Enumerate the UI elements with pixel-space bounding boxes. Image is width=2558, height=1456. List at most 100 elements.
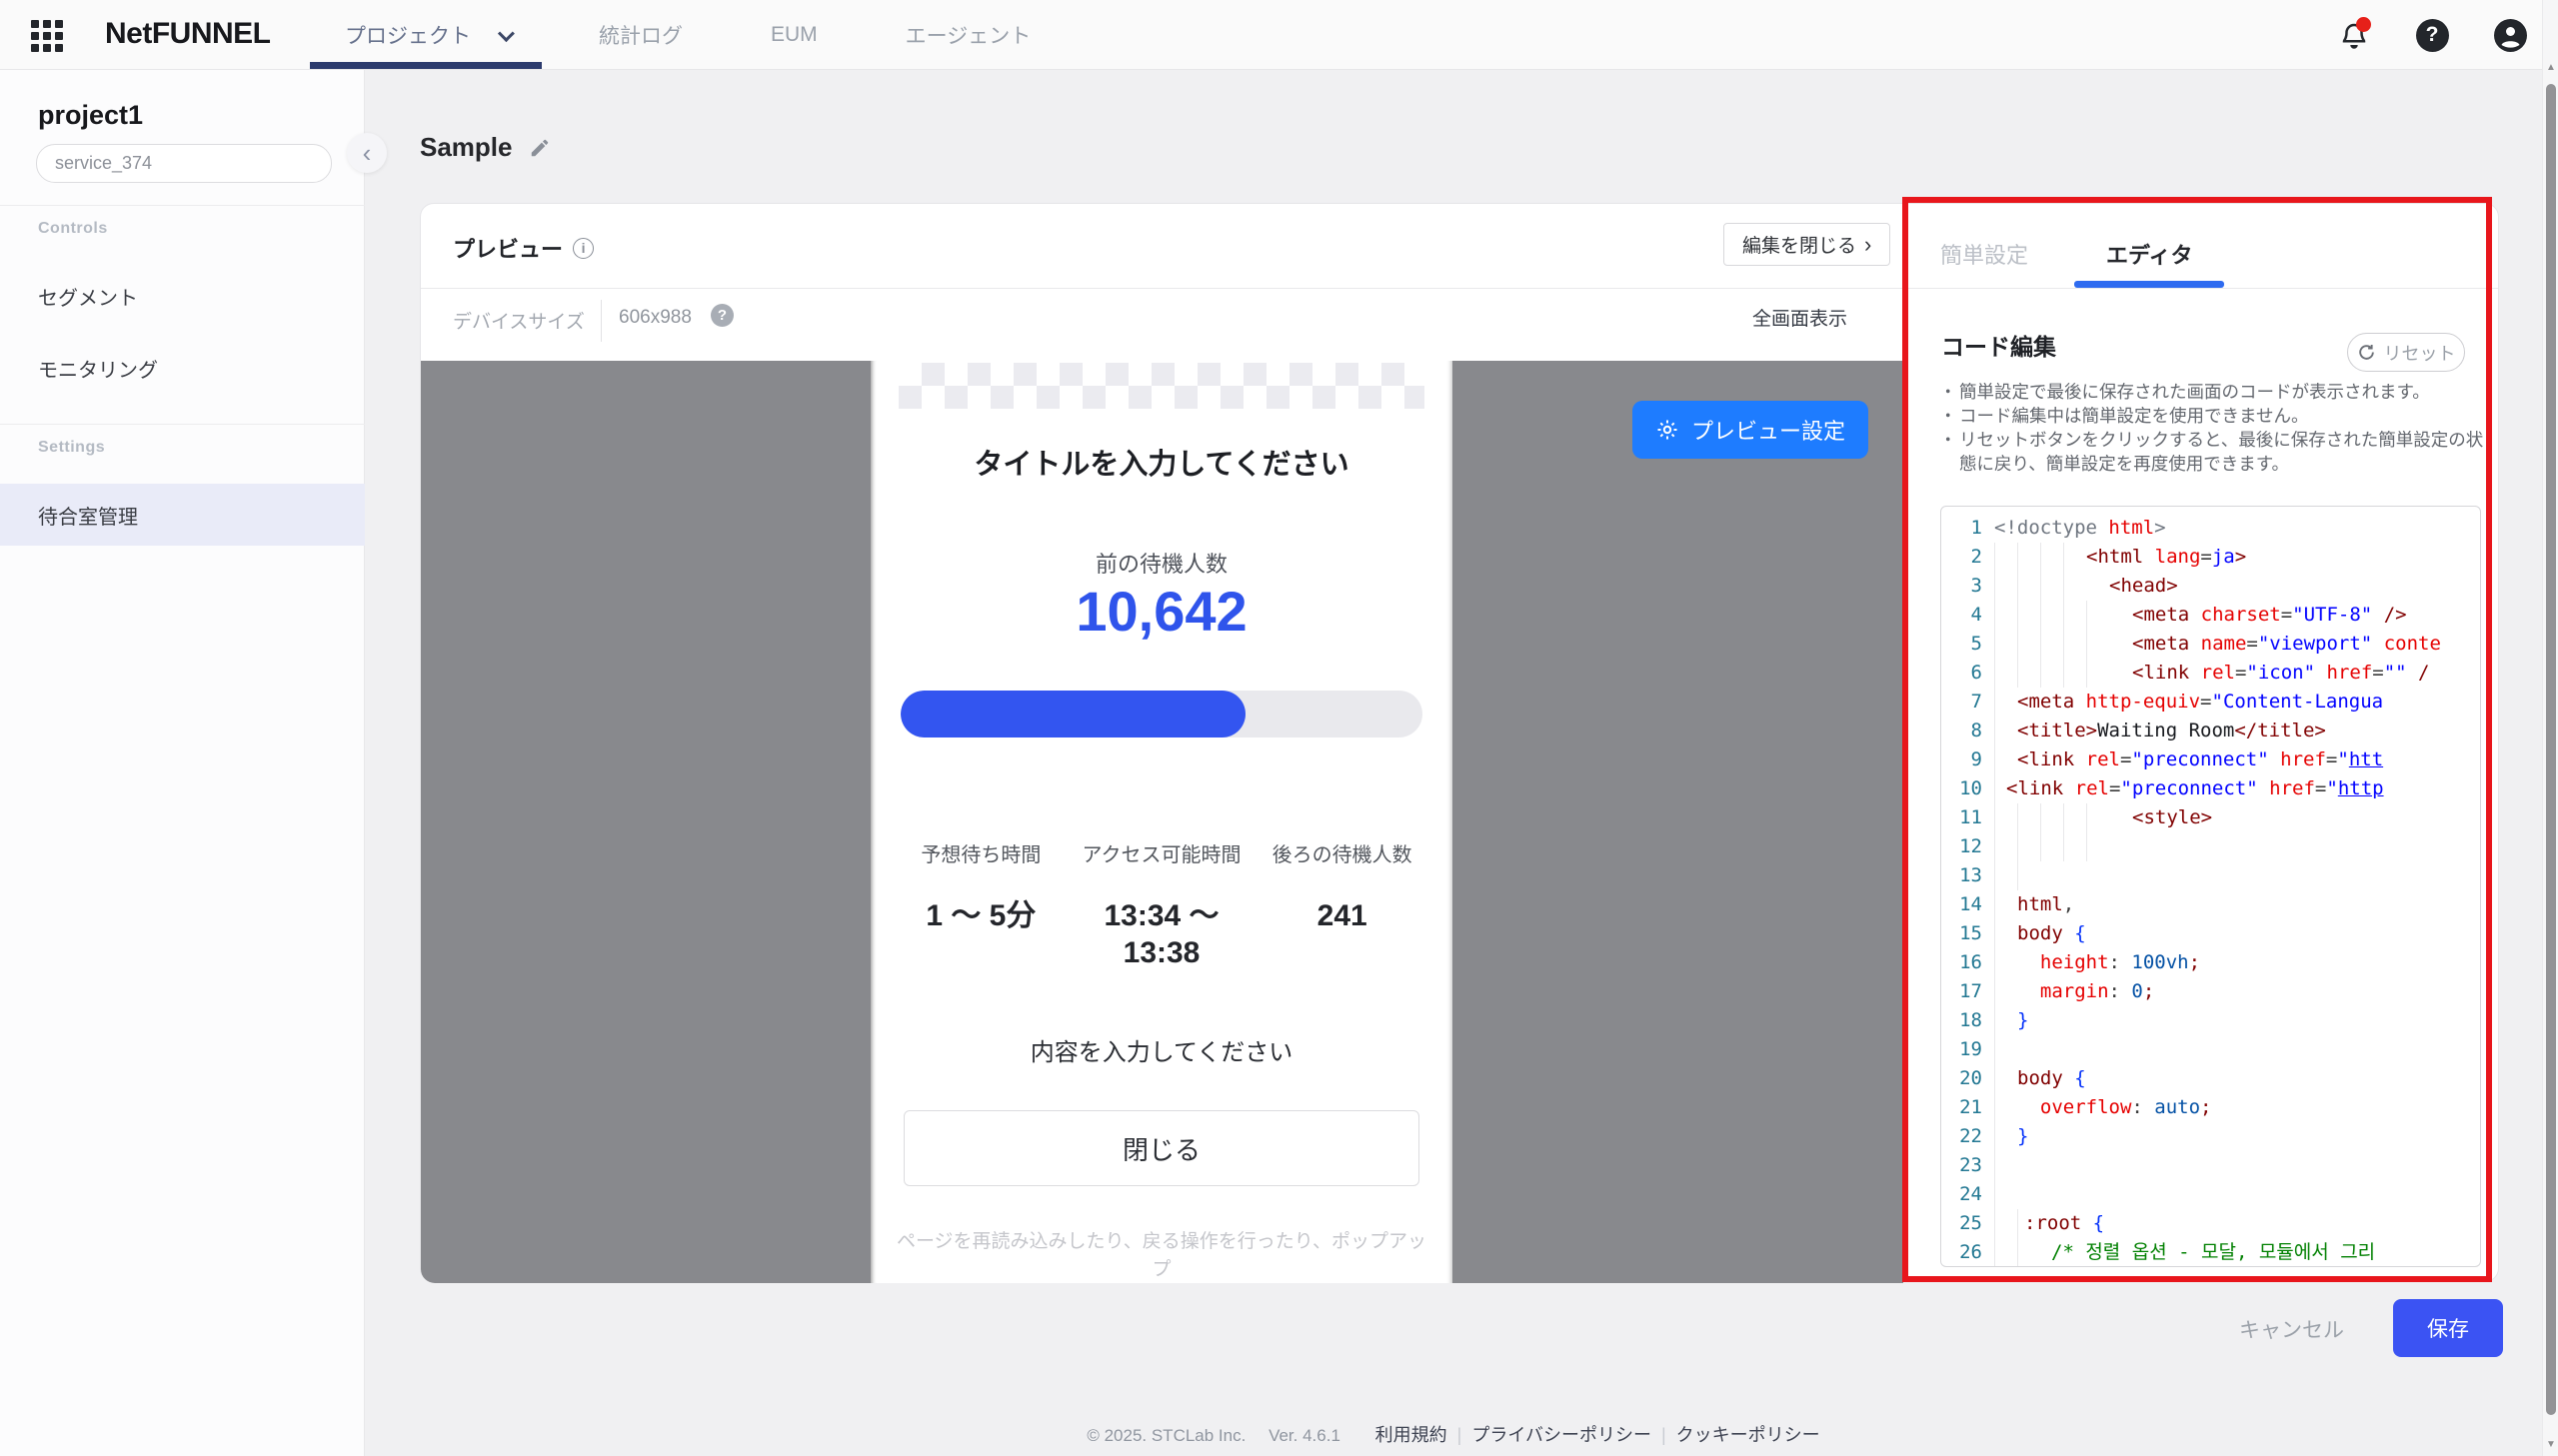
- help-icon[interactable]: ?: [2414, 17, 2450, 53]
- indent-guide: [1994, 890, 1995, 919]
- indent-guide: [1994, 1238, 1995, 1267]
- code-token: {: [2074, 1067, 2085, 1089]
- tab-editor[interactable]: エディタ: [2106, 238, 2192, 270]
- info-icon[interactable]: i: [573, 238, 594, 259]
- code-token: [2063, 922, 2074, 944]
- waiting-stat: 予想待ち時間1 〜 5分: [891, 838, 1072, 971]
- note-item: ・コード編集中は簡単設定を使用できません。: [1939, 404, 2485, 428]
- indent-guide: [2063, 601, 2064, 630]
- code-line: 24: [1941, 1180, 2480, 1209]
- apps-grid-icon[interactable]: [30, 19, 64, 53]
- footer-link-利用規約[interactable]: 利用規約: [1375, 1421, 1447, 1447]
- sidebar-item-待合室管理[interactable]: 待合室管理: [0, 484, 365, 546]
- stat-label: アクセス可能時間: [1072, 838, 1253, 867]
- code-token: html: [2097, 517, 2154, 539]
- code-text: <link rel="icon" href="" /: [1994, 659, 2480, 688]
- close-edit-button[interactable]: 編集を閉じる ›: [1723, 223, 1890, 266]
- footer: © 2025. STCLab Inc. Ver. 4.6.1 利用規約|プライバ…: [365, 1421, 2542, 1447]
- reset-button[interactable]: リセット: [2347, 333, 2465, 372]
- code-text: [1994, 832, 2480, 861]
- code-line: 13: [1941, 861, 2480, 890]
- device-size-label: デバイスサイズ: [453, 307, 585, 334]
- profile-avatar-icon[interactable]: [2492, 17, 2528, 53]
- nav-item-EUM[interactable]: EUM: [771, 23, 818, 47]
- code-token: :: [2109, 980, 2132, 1002]
- sidebar-collapse-button[interactable]: ‹: [347, 133, 387, 173]
- scroll-down-icon[interactable]: ▼: [2543, 1439, 2558, 1450]
- line-number: 10: [1941, 774, 1994, 803]
- footer-link-プライバシーポリシー[interactable]: プライバシーポリシー: [1471, 1421, 1651, 1447]
- code-token: }: [2017, 1009, 2028, 1031]
- chevron-left-icon: ‹: [363, 138, 372, 168]
- code-text: overflow: auto;: [1994, 1093, 2480, 1122]
- copyright-text: © 2025. STCLab Inc.: [1087, 1426, 1246, 1445]
- code-token: href: [2315, 662, 2372, 684]
- footer-link-クッキーポリシー[interactable]: クッキーポリシー: [1676, 1421, 1820, 1447]
- code-token: ": [2326, 777, 2337, 799]
- code-line: 26 /* 정렬 옵션 - 모달, 모듈에서 그리: [1941, 1238, 2480, 1267]
- line-number: 26: [1941, 1238, 1994, 1267]
- notifications-bell-icon[interactable]: [2336, 17, 2372, 53]
- indent-guide: [2086, 601, 2087, 630]
- service-select-input[interactable]: [36, 144, 332, 183]
- code-text: <title>Waiting Room</title>: [1994, 717, 2480, 745]
- code-token: lang: [2143, 546, 2200, 568]
- page-title-row: Sample: [420, 132, 551, 163]
- code-token: html: [2017, 893, 2063, 915]
- nav-item-エージェント[interactable]: エージェント: [906, 20, 1032, 50]
- page-scrollbar[interactable]: ▲ ▼: [2542, 0, 2558, 1456]
- code-token: "": [2384, 662, 2407, 684]
- sidebar-divider: [0, 205, 365, 206]
- stat-value: 1 〜 5分: [891, 897, 1072, 934]
- stat-value-line: 13:38: [1072, 934, 1253, 971]
- scroll-up-icon[interactable]: ▲: [2543, 62, 2558, 73]
- indent-guide: [2017, 832, 2018, 861]
- indent-guide: [1994, 832, 1995, 861]
- vertical-divider: [601, 300, 602, 342]
- code-token: <title>: [2017, 720, 2097, 741]
- note-bullet: ・: [1939, 404, 1959, 428]
- code-line: 17 margin: 0;: [1941, 977, 2480, 1006]
- indent-guide: [1994, 601, 1995, 630]
- code-token: /* 정렬 옵션 - 모달, 모듈에서 그리: [2051, 1241, 2375, 1263]
- code-token: height: [2017, 951, 2109, 973]
- fullscreen-button[interactable]: 全画面表示: [1752, 304, 1847, 331]
- sidebar-item-セグメント[interactable]: セグメント: [0, 265, 365, 327]
- indent-guide: [2063, 572, 2064, 601]
- edit-title-button[interactable]: [529, 137, 551, 159]
- indent-guide: [2086, 630, 2087, 659]
- tab-simple-settings[interactable]: 簡単設定: [1940, 238, 2028, 270]
- code-edit-heading: コード編集: [1941, 328, 2056, 362]
- scrollbar-thumb[interactable]: [2546, 84, 2556, 1415]
- indent-guide: [2017, 803, 2018, 832]
- code-token: rel: [2189, 662, 2235, 684]
- note-bullet: ・: [1939, 380, 1959, 404]
- code-token: <head>: [2109, 575, 2178, 597]
- code-token: http: [2338, 777, 2384, 799]
- stat-value-line: 241: [1252, 897, 1432, 934]
- save-button[interactable]: 保存: [2393, 1299, 2503, 1357]
- sidebar-section-header: Controls: [38, 220, 108, 238]
- code-token: =: [2326, 748, 2337, 770]
- code-token: ": [2337, 748, 2348, 770]
- preview-settings-button[interactable]: プレビュー設定: [1632, 401, 1868, 459]
- nav-item-統計ログ[interactable]: 統計ログ: [599, 20, 683, 50]
- code-token: <meta: [2132, 633, 2189, 655]
- editor-card: プレビュー i 編集を閉じる › デバイスサイズ 606x988 ? 全画面表示…: [420, 203, 2499, 1282]
- code-editor[interactable]: 1<!doctype html>2<html lang=ja>3<head>4<…: [1940, 506, 2481, 1267]
- sidebar-item-モニタリング[interactable]: モニタリング: [0, 337, 365, 399]
- code-line: 20body {: [1941, 1064, 2480, 1093]
- device-help-icon[interactable]: ?: [711, 304, 734, 327]
- waiting-stat: 後ろの待機人数241: [1252, 838, 1432, 971]
- waiting-progress-fill: [901, 691, 1246, 737]
- line-number: 8: [1941, 717, 1994, 745]
- line-number: 13: [1941, 861, 1994, 890]
- nav-item-プロジェクト[interactable]: プロジェクト: [345, 20, 511, 50]
- notification-badge: [2356, 17, 2371, 32]
- code-token: ;: [2143, 980, 2154, 1002]
- cancel-button[interactable]: キャンセル: [2239, 1314, 2344, 1344]
- code-line: 10<link rel="preconnect" href="http: [1941, 774, 2480, 803]
- indent-guide: [1994, 977, 1995, 1006]
- waiting-close-button[interactable]: 閉じる: [904, 1110, 1419, 1186]
- indent-guide: [2017, 1209, 2018, 1238]
